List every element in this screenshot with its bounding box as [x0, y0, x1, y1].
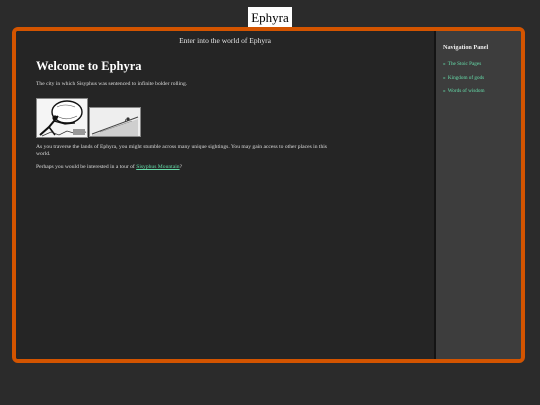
- main-content: Enter into the world of Ephyra Welcome t…: [16, 31, 436, 359]
- chevron-right-icon: »: [443, 74, 446, 81]
- page-frame: Enter into the world of Ephyra Welcome t…: [12, 27, 525, 363]
- nav-item-kingdom-of-gods[interactable]: » Kingdom of gods: [443, 75, 485, 89]
- sisyphus-boulder-image: [36, 98, 88, 138]
- tagline: Enter into the world of Ephyra: [179, 36, 271, 45]
- mountain-image: [89, 107, 141, 137]
- nav-item-stoic-pages[interactable]: » The Stoic Pages: [443, 61, 485, 75]
- sisyphus-boulder-illustration: [37, 99, 87, 137]
- nav-item-label: Words of wisdom: [447, 88, 485, 94]
- body-paragraph: As you traverse the lands of Ephyra, you…: [36, 144, 327, 157]
- intro-text: The city in which Sisyphus was sentenced…: [36, 81, 188, 87]
- chevron-right-icon: »: [443, 61, 446, 67]
- page-heading: Welcome to Ephyra: [36, 59, 142, 73]
- tour-suffix: ?: [179, 164, 183, 170]
- nav-title: Navigation Panel: [443, 44, 489, 51]
- mountain-slope-illustration: [90, 108, 140, 136]
- chevron-right-icon: »: [443, 88, 446, 94]
- sisyphus-mountain-link[interactable]: Sisyphus Mountain: [136, 164, 179, 170]
- nav-list: » The Stoic Pages » Kingdom of gods » Wo…: [443, 61, 485, 102]
- site-title: Ephyra: [248, 7, 292, 29]
- tour-prefix: Perhaps you would be interested in a tou…: [36, 164, 137, 170]
- nav-item-words-of-wisdom[interactable]: » Words of wisdom: [443, 88, 485, 102]
- tour-paragraph: Perhaps you would be interested in a tou…: [36, 164, 328, 170]
- navigation-panel: Navigation Panel » The Stoic Pages » Kin…: [436, 31, 521, 359]
- nav-item-label: The Stoic Pages: [447, 61, 482, 67]
- nav-item-label: Kingdom of gods: [447, 74, 485, 81]
